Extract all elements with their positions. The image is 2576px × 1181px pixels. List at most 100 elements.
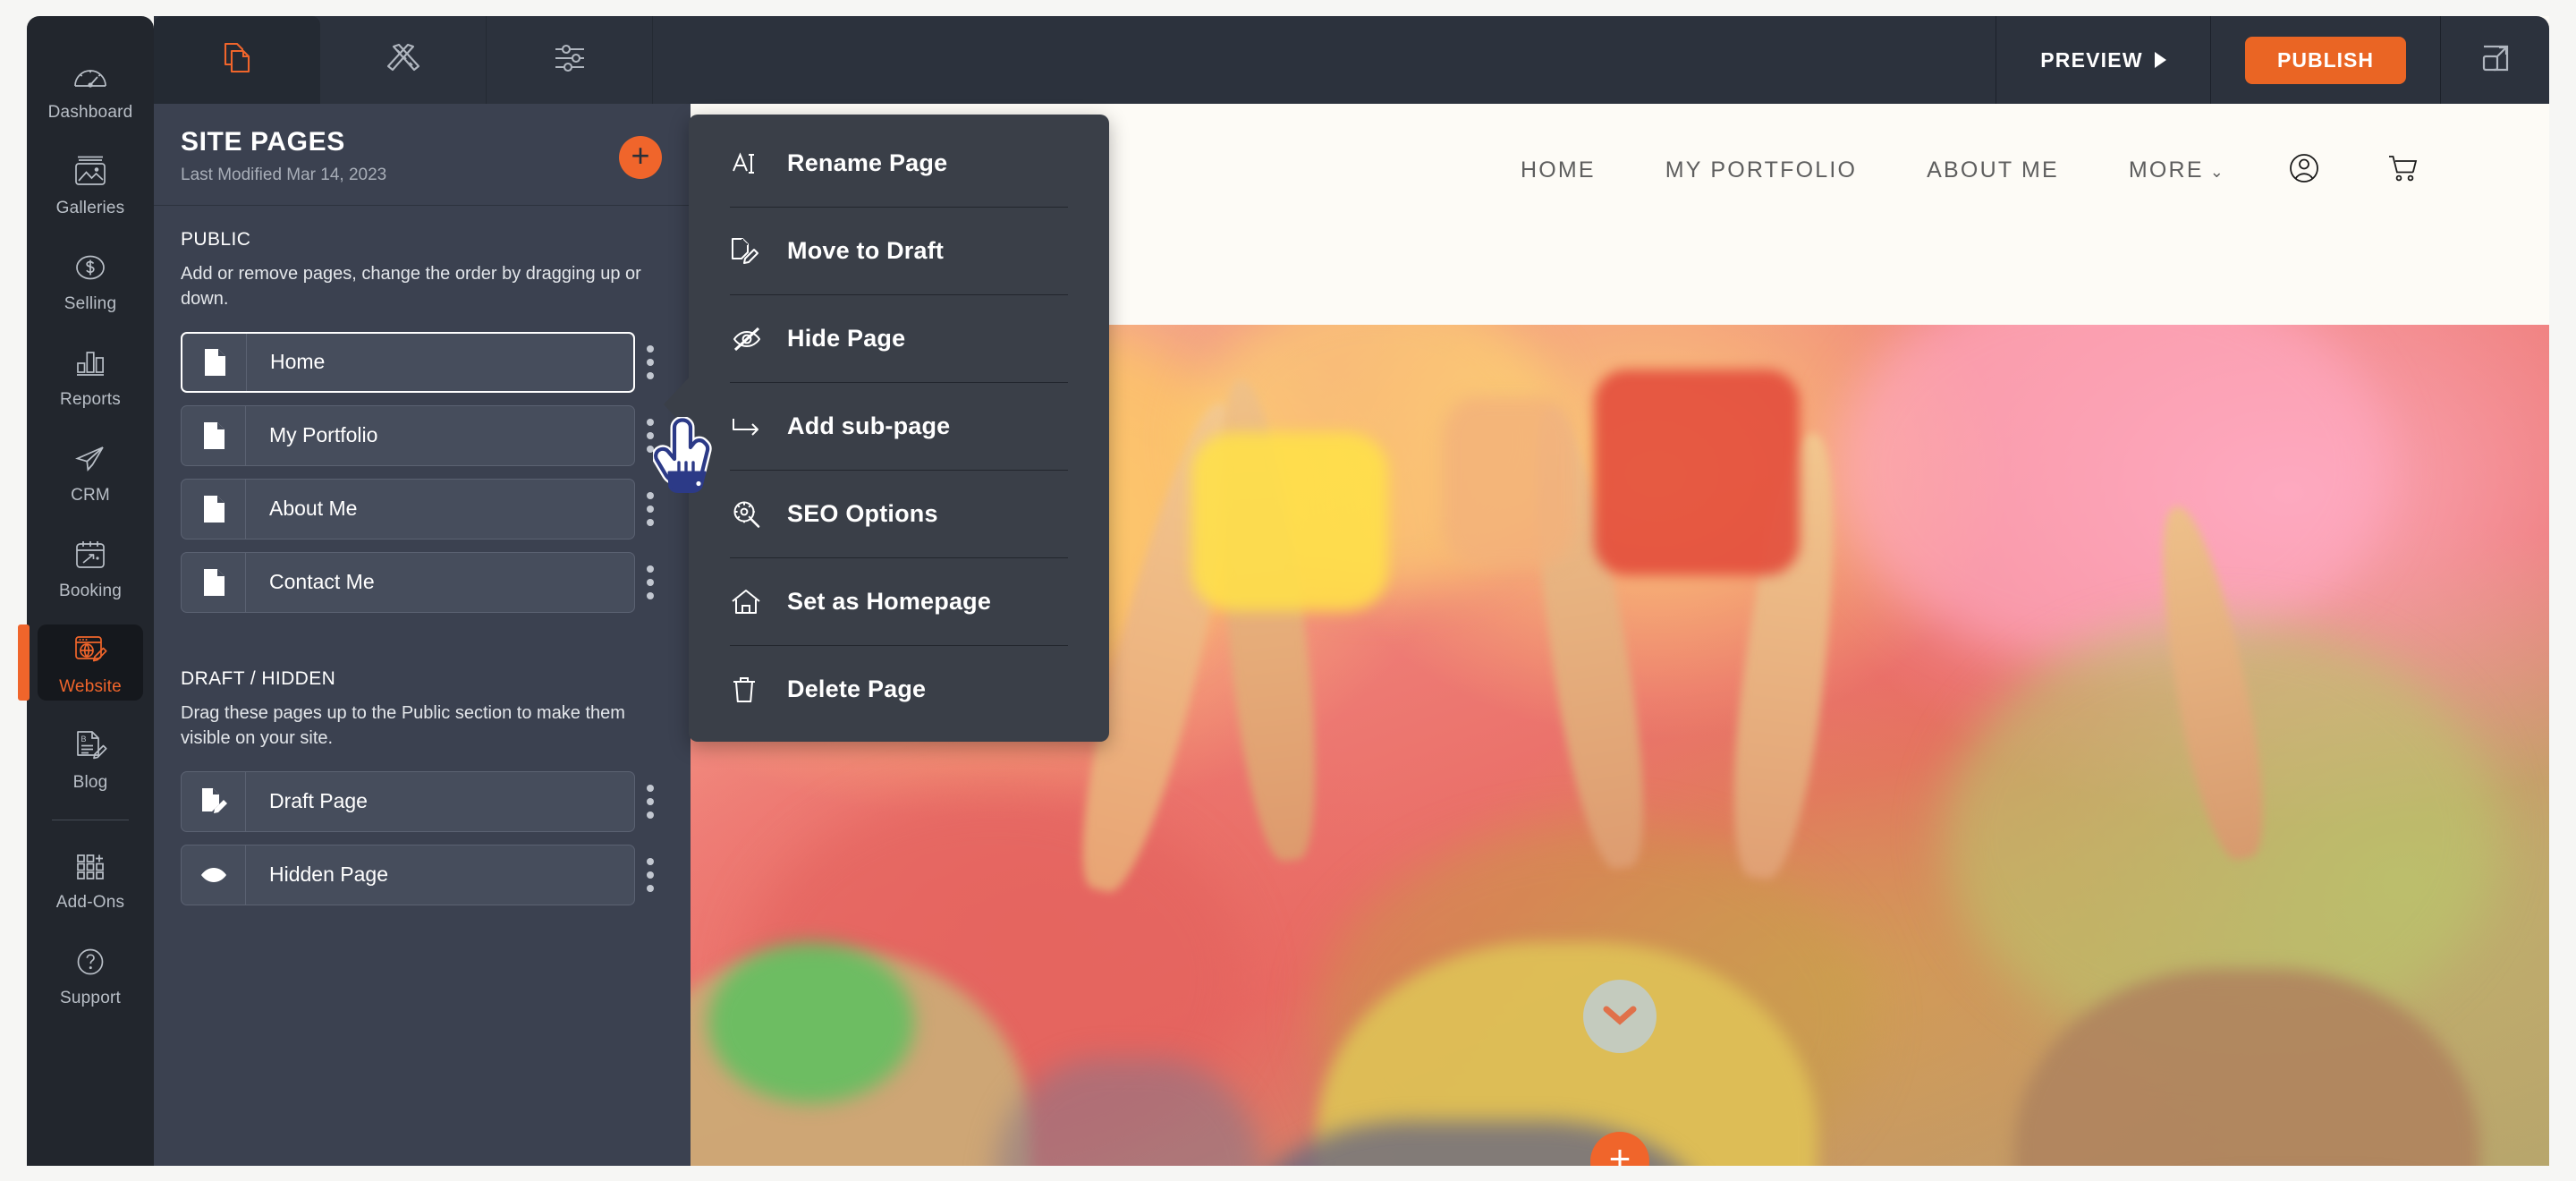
menu-item-label: Delete Page [787, 675, 927, 702]
menu-item-label: SEO Options [787, 500, 938, 527]
svg-text:B: B [81, 735, 87, 743]
site-nav-more[interactable]: MORE ⌄ [2129, 157, 2225, 183]
site-nav-my-portfolio[interactable]: MY PORTFOLIO [1665, 157, 1857, 183]
tab-design[interactable] [320, 16, 487, 104]
tab-settings[interactable] [487, 16, 653, 104]
sidebar-item-crm[interactable]: CRM [38, 433, 143, 509]
menu-item-set-as-homepage[interactable]: Set as Homepage [689, 558, 1109, 645]
pages-icon [216, 37, 258, 84]
blog-edit-icon: B [72, 726, 109, 767]
sidebar-item-label: Support [60, 989, 121, 1007]
menu-item-move-to-draft[interactable]: Move to Draft [689, 208, 1109, 294]
publish-button-cell[interactable]: PUBLISH [2210, 16, 2440, 104]
main-sidebar: Dashboard Galleries Selling Reports CRM [18, 16, 154, 1166]
expand-button[interactable] [2440, 16, 2549, 104]
page-item-draft-page[interactable]: Draft Page [181, 770, 635, 832]
menu-item-label: Rename Page [787, 149, 948, 176]
arrow-subpage-icon [730, 413, 776, 440]
preview-button[interactable]: PREVIEW [1996, 16, 2210, 104]
plus-icon: + [1608, 1137, 1631, 1167]
page-item-home[interactable]: Home [181, 331, 635, 393]
public-page-list: Home My Portfolio About Me Contact Me [181, 331, 664, 613]
editor-topbar: PREVIEW PUBLISH [691, 16, 2549, 104]
website-edit-icon [72, 630, 109, 671]
sidebar-item-booking[interactable]: Booking [38, 529, 143, 605]
text-cursor-icon [730, 149, 776, 179]
table-row: My Portfolio [181, 404, 664, 466]
table-row: About Me [181, 478, 664, 540]
menu-item-seo-options[interactable]: SEO Options [689, 471, 1109, 557]
page-item-label: About Me [269, 497, 358, 521]
menu-item-rename-page[interactable]: Rename Page [689, 120, 1109, 207]
home-icon [730, 587, 776, 617]
page-options-button[interactable] [637, 552, 664, 613]
page-icon [182, 405, 246, 465]
draft-description: Drag these pages up to the Public sectio… [181, 702, 625, 749]
last-modified-label: Last Modified Mar 14, 2023 [181, 166, 387, 184]
menu-item-label: Hide Page [787, 325, 906, 352]
sidebar-item-reports[interactable]: Reports [38, 337, 143, 413]
site-nav-about-me[interactable]: ABOUT ME [1927, 157, 2059, 183]
shopping-cart-icon[interactable] [2383, 149, 2422, 192]
draft-hidden-section: DRAFT / HIDDEN Drag these pages up to th… [154, 625, 691, 905]
image-icon [72, 151, 108, 192]
public-section: PUBLIC Add or remove pages, change the o… [154, 206, 691, 613]
app-root: Dashboard Galleries Selling Reports CRM [0, 0, 2576, 1181]
calendar-arrow-icon [72, 534, 108, 575]
eye-slash-icon [730, 325, 776, 353]
draft-heading: DRAFT / HIDDEN [181, 667, 336, 689]
context-menu-pointer [664, 376, 691, 433]
pencil-ruler-icon [382, 37, 425, 84]
sidebar-item-addons[interactable]: Add-Ons [38, 840, 143, 916]
page-edit-icon [730, 236, 776, 267]
table-row: Home [181, 331, 664, 393]
page-item-label: Contact Me [269, 570, 375, 594]
plus-icon: + [631, 137, 650, 174]
page-item-hidden-page[interactable]: Hidden Page [181, 844, 635, 905]
panel-tabbar [154, 16, 691, 104]
chevron-down-icon: ⌄ [2209, 163, 2225, 181]
sidebar-item-selling[interactable]: Selling [38, 242, 143, 318]
panel-header: SITE PAGES Last Modified Mar 14, 2023 + [154, 104, 691, 206]
paper-plane-icon [72, 438, 108, 480]
page-item-my-portfolio[interactable]: My Portfolio [181, 404, 635, 466]
trash-icon [730, 675, 776, 705]
user-circle-icon[interactable] [2284, 149, 2324, 192]
page-item-label: Home [270, 350, 326, 374]
eye-slash-icon [182, 845, 246, 905]
page-options-button[interactable] [637, 479, 664, 540]
sidebar-item-blog[interactable]: B Blog [38, 720, 143, 796]
table-row: Contact Me [181, 551, 664, 613]
sidebar-item-dashboard[interactable]: Dashboard [38, 50, 143, 126]
sidebar-item-label: CRM [71, 486, 110, 505]
sidebar-item-website[interactable]: Website [18, 624, 143, 701]
sidebar-item-label: Reports [60, 390, 121, 409]
page-options-button[interactable] [637, 405, 664, 466]
site-nav-home[interactable]: HOME [1521, 157, 1596, 183]
sidebar-item-galleries[interactable]: Galleries [38, 146, 143, 222]
scroll-down-button[interactable] [1583, 980, 1657, 1053]
sidebar-item-label: Dashboard [47, 103, 133, 122]
sidebar-item-support[interactable]: Support [38, 936, 143, 1012]
gear-search-icon [730, 498, 776, 531]
sidebar-item-label: Galleries [55, 199, 125, 217]
sidebar-item-label: Selling [64, 294, 117, 313]
sliders-icon [548, 37, 591, 84]
pages-panel: SITE PAGES Last Modified Mar 14, 2023 + … [154, 16, 691, 1166]
page-item-about-me[interactable]: About Me [181, 478, 635, 540]
publish-button[interactable]: PUBLISH [2245, 36, 2406, 84]
page-context-menu: Rename Page Move to Draft Hide Page Add … [664, 115, 1109, 742]
add-page-button[interactable]: + [619, 136, 662, 179]
menu-item-add-sub-page[interactable]: Add sub-page [689, 383, 1109, 470]
page-options-button[interactable] [637, 332, 664, 393]
menu-item-hide-page[interactable]: Hide Page [689, 295, 1109, 382]
menu-item-delete-page[interactable]: Delete Page [689, 646, 1109, 733]
menu-item-label: Add sub-page [787, 412, 951, 439]
chevron-down-icon [1601, 1002, 1639, 1032]
page-item-label: Draft Page [269, 789, 368, 813]
tab-pages[interactable] [154, 16, 320, 104]
page-item-contact-me[interactable]: Contact Me [181, 551, 635, 613]
page-options-button[interactable] [637, 771, 664, 832]
sidebar-item-label: Add-Ons [55, 893, 125, 912]
page-options-button[interactable] [637, 845, 664, 905]
